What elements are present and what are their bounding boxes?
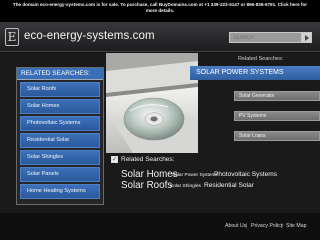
footer-separator: | — [281, 223, 283, 229]
footer: About Us | Privacy Policy | Site Map — [0, 218, 320, 240]
related-search-link[interactable]: Photovoltaic Systems — [20, 116, 100, 131]
site-header: E eco-energy-systems.com — [0, 22, 320, 52]
keyword-link[interactable]: Solar Shingles — [170, 184, 201, 189]
keyword-link[interactable]: Solar Power Systems — [172, 173, 218, 178]
for-sale-notice[interactable]: The domain eco-energy-systems.com is for… — [0, 0, 320, 22]
related-search-link[interactable]: Solar Shingles — [20, 150, 100, 165]
keyword-link[interactable]: Solar Roofs — [121, 180, 172, 191]
keyword-link[interactable]: Photovoltaic Systems — [214, 171, 277, 178]
related-search-link[interactable]: Solar Homes — [20, 99, 100, 114]
right-link-solar-generator[interactable]: Solar Generator — [234, 91, 320, 101]
cd-drive-illustration — [106, 53, 198, 158]
related-keywords-block: ✓ Related Searches: Solar Homes Solar Po… — [106, 153, 320, 213]
related-searches-title: RELATED SEARCHES: — [17, 68, 103, 80]
footer-link-privacy[interactable]: Privacy Policy — [251, 223, 283, 229]
keyword-link[interactable]: Residential Solar — [204, 182, 254, 189]
footer-separator: | — [246, 223, 248, 229]
related-search-link[interactable]: Home Heating Systems — [20, 184, 100, 199]
search-input[interactable] — [229, 32, 301, 43]
footer-link-sitemap[interactable]: Site Map — [286, 223, 306, 229]
right-link-pv-systems[interactable]: PV Systems — [234, 111, 320, 121]
main-content: RELATED SEARCHES: Solar Roofs Solar Home… — [0, 53, 320, 213]
related-searches-list: Solar Roofs Solar Homes Photovoltaic Sys… — [17, 80, 103, 199]
search-button[interactable] — [301, 32, 312, 43]
checkbox-icon: ✓ — [111, 156, 118, 163]
keyword-link[interactable]: Solar Homes — [121, 169, 178, 180]
related-keywords-label: Related Searches: — [121, 156, 175, 163]
play-arrow-icon — [305, 35, 309, 41]
related-search-link[interactable]: Residential Solar — [20, 133, 100, 148]
right-link-solar-loans[interactable]: Solar Loans — [234, 131, 320, 141]
related-search-link[interactable]: Solar Panels — [20, 167, 100, 182]
related-searches-panel: RELATED SEARCHES: Solar Roofs Solar Home… — [16, 67, 104, 205]
related-searches-label: Related Searches: — [238, 56, 284, 62]
solar-power-systems-link[interactable]: SOLAR POWER SYSTEMS — [190, 66, 320, 80]
site-title[interactable]: eco-energy-systems.com — [24, 30, 155, 42]
logo-icon: E — [5, 28, 19, 46]
hero-image — [106, 53, 198, 158]
related-search-link[interactable]: Solar Roofs — [20, 82, 100, 97]
footer-link-about[interactable]: About Us — [225, 223, 246, 229]
